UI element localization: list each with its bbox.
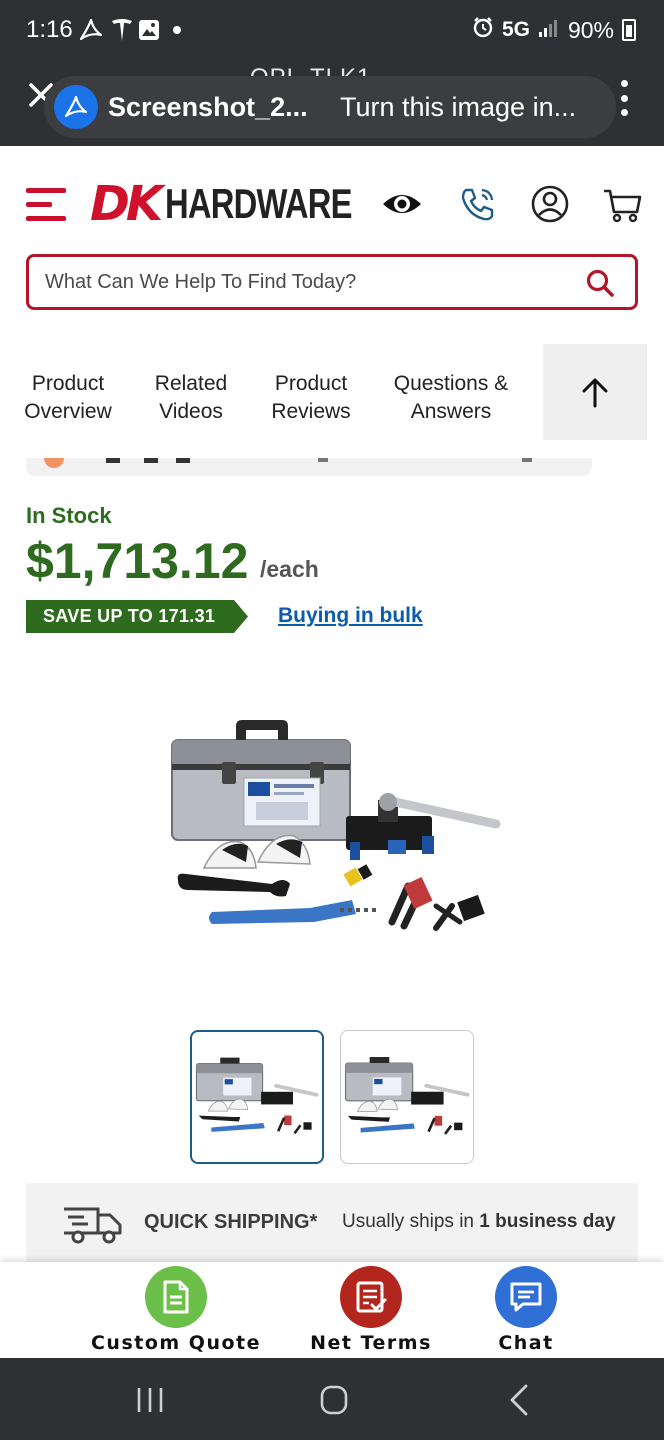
cart-icon[interactable] [600, 182, 644, 226]
arrow-up-icon [582, 378, 608, 408]
stock-status: In Stock [26, 503, 112, 528]
bottom-action-bar: Custom Quote Net Terms Chat [0, 1262, 664, 1358]
shipping-days: 1 business day [479, 1211, 616, 1232]
network-type: 5G [501, 18, 530, 41]
status-time: 1:16 [26, 16, 73, 43]
product-thumbnail[interactable] [340, 1030, 474, 1164]
search-icon[interactable] [585, 268, 615, 298]
overflow-menu-icon[interactable] [616, 80, 632, 116]
save-badge: SAVE UP TO 171.31 [26, 600, 248, 633]
acrobat-logo-icon [54, 85, 98, 129]
tab-label: Product [31, 372, 105, 395]
shipping-text: Usually ships in 1 business day [342, 1211, 616, 1233]
battery-icon [622, 19, 636, 41]
battery-percent: 90% [567, 16, 614, 43]
signal-icon [538, 17, 560, 44]
status-bar: 1:16 5G 90% [0, 0, 664, 62]
eye-icon[interactable] [380, 182, 424, 226]
tab-label: Overview [24, 400, 112, 423]
document-icon [145, 1266, 207, 1328]
tab-label: Answers [410, 400, 492, 423]
product-main-image[interactable] [160, 700, 510, 960]
shipping-label: QUICK SHIPPING* [144, 1211, 318, 1233]
net-terms-label: Net Terms [310, 1332, 432, 1354]
phone-icon[interactable] [456, 182, 500, 226]
tab-label: Product [274, 372, 348, 395]
chat-button[interactable]: Chat [436, 1262, 616, 1358]
alarm-icon [472, 16, 494, 44]
site-header: DK HARDWARE [0, 146, 664, 326]
chat-icon [495, 1266, 557, 1328]
tab-label: Reviews [271, 400, 351, 423]
price-unit: /each [260, 556, 319, 582]
tab-product-overview[interactable]: Product Overview [14, 370, 122, 426]
account-icon[interactable] [528, 182, 572, 226]
tab-label: Videos [159, 400, 223, 423]
logo-mark: DK [90, 176, 163, 232]
cut-off-banner [26, 458, 592, 476]
gallery-notification-icon [138, 16, 160, 44]
tab-questions-answers[interactable]: Questions & Answers [384, 370, 518, 426]
chat-label: Chat [498, 1332, 554, 1354]
system-nav-bar [0, 1358, 664, 1440]
shipping-info: QUICK SHIPPING* Usually ships in 1 busin… [26, 1183, 638, 1263]
buying-in-bulk-link[interactable]: Buying in bulk [278, 604, 423, 628]
viewer-prompt[interactable]: Turn this image in... [340, 92, 576, 123]
notification-dot-icon [172, 16, 182, 44]
product-price: $1,713.12 [26, 533, 249, 589]
hamburger-menu-icon[interactable] [26, 188, 66, 222]
save-badge-text: SAVE UP TO 171.31 [43, 606, 216, 626]
product-tab-nav: Product Overview Related Videos Product … [0, 326, 664, 458]
custom-quote-button[interactable]: Custom Quote [86, 1262, 266, 1358]
custom-quote-label: Custom Quote [90, 1332, 262, 1354]
checklist-icon [340, 1266, 402, 1328]
tesla-notification-icon [110, 16, 134, 44]
scroll-to-top-button[interactable] [543, 344, 647, 440]
acrobat-notification-icon [78, 16, 104, 44]
recent-apps-icon[interactable] [130, 1380, 170, 1420]
tab-label: Related [154, 372, 228, 395]
tab-label: Questions & [393, 372, 509, 395]
shipping-text-prefix: Usually ships in [342, 1211, 474, 1232]
logo-text: HARDWARE [165, 180, 352, 227]
site-logo[interactable]: DK HARDWARE [90, 180, 404, 228]
search-input[interactable] [45, 267, 565, 297]
product-thumbnail-selected[interactable] [190, 1030, 324, 1164]
tab-product-reviews[interactable]: Product Reviews [262, 370, 360, 426]
viewer-toolbar: OPL-TLK1 Screenshot_2... Turn this image… [0, 62, 664, 146]
home-icon[interactable] [314, 1380, 354, 1420]
viewer-filename: Screenshot_2... [108, 92, 308, 122]
truck-icon [64, 1207, 122, 1244]
tab-related-videos[interactable]: Related Videos [142, 370, 240, 426]
back-icon[interactable] [500, 1380, 540, 1420]
net-terms-button[interactable]: Net Terms [281, 1262, 461, 1358]
status-right: 5G 90% [472, 16, 636, 44]
viewer-title-pill[interactable]: Screenshot_2... Turn this image in... [44, 76, 616, 138]
search-bar[interactable] [26, 254, 638, 310]
